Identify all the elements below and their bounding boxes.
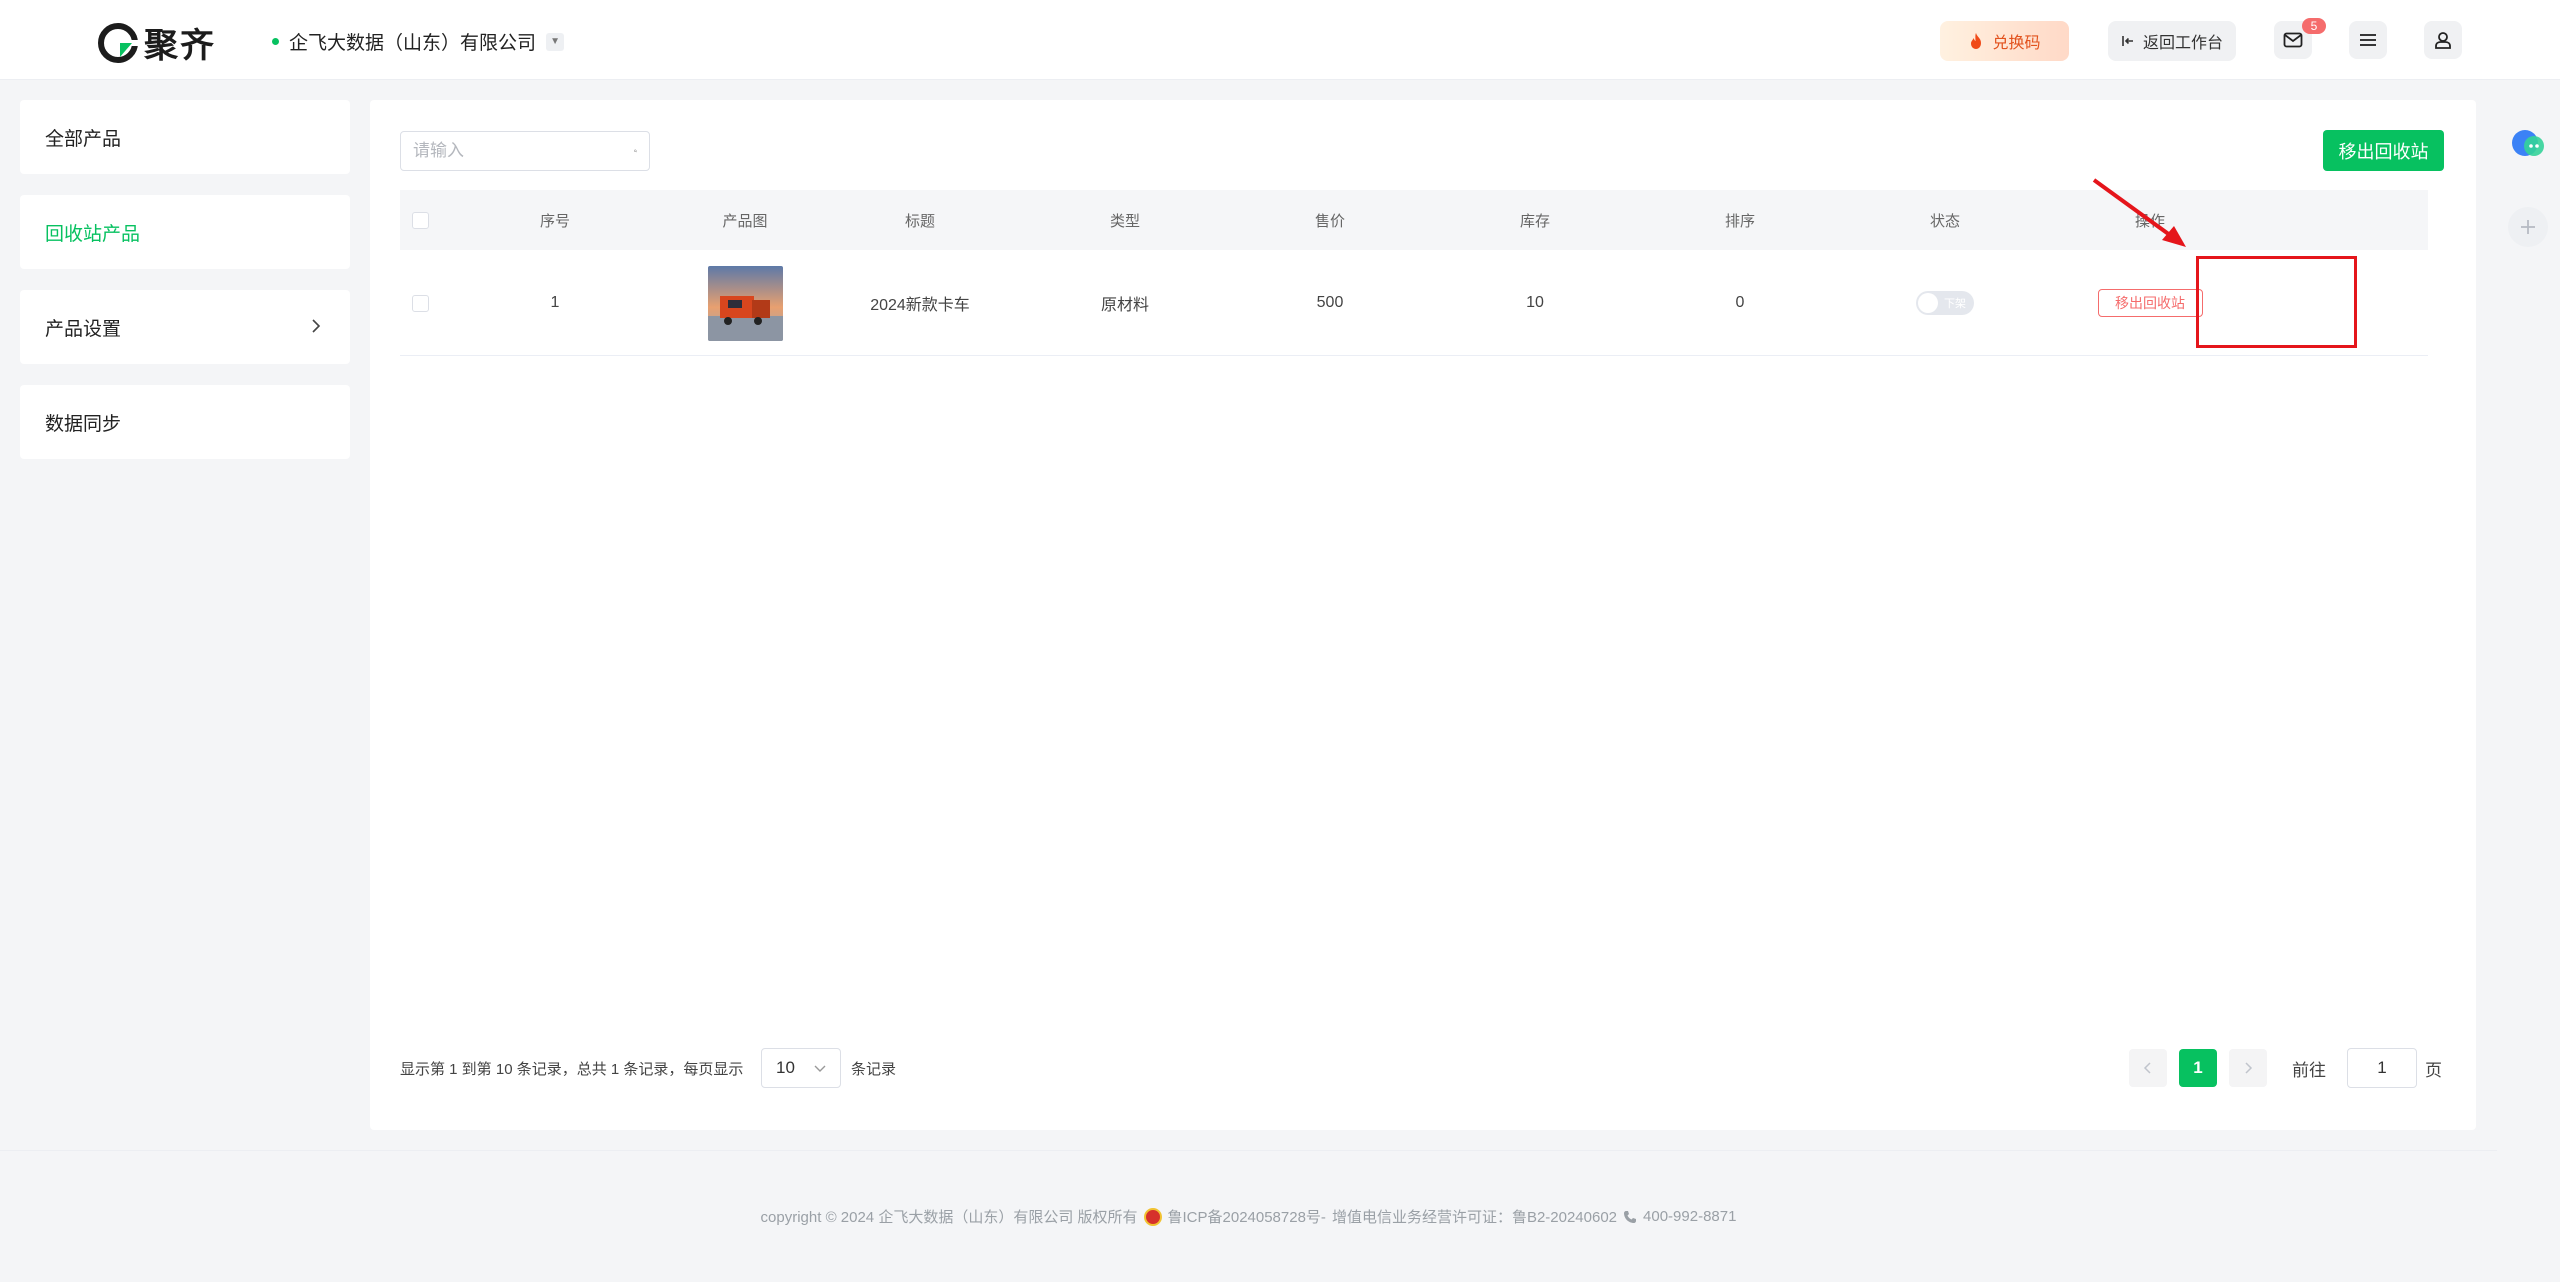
row-stock: 10 (1526, 294, 1544, 311)
search-input[interactable] (413, 141, 634, 161)
chevron-left-icon (2143, 1062, 2151, 1074)
page-size-value: 10 (776, 1058, 795, 1077)
chevron-right-icon (312, 319, 321, 333)
sidebar-item-label: 数据同步 (45, 413, 122, 435)
plus-icon (2521, 220, 2535, 234)
company-name: 企飞大数据（山东）有限公司 (289, 33, 537, 54)
footer-icp-link[interactable]: 鲁ICP备2024058728号- (1168, 1206, 1326, 1227)
mail-icon (2283, 32, 2303, 48)
goto-page-input[interactable] (2347, 1048, 2417, 1088)
chevron-down-icon (814, 1065, 826, 1072)
goto-label: 前往 (2292, 1060, 2326, 1080)
page-suffix: 页 (2425, 1060, 2442, 1080)
records-suffix: 条记录 (851, 1060, 897, 1078)
return-workbench-label: 返回工作台 (2142, 35, 2223, 52)
footer-license: 增值电信业务经营许可证：鲁B2-20240602 (1331, 1209, 1618, 1226)
row-sort: 0 (1735, 294, 1745, 311)
return-workbench-button[interactable]: 返回工作台 (2108, 21, 2236, 61)
row-image-cell (670, 250, 820, 356)
return-icon (2122, 36, 2133, 46)
column-header-status[interactable]: 状态 (1840, 190, 2050, 250)
add-tool-button[interactable] (2508, 207, 2548, 247)
table-row: 1 2024新款卡车 原材料 500 10 0 下架 移出回收站 (400, 250, 2428, 356)
page-number-button[interactable]: 1 (2179, 1049, 2217, 1087)
annotation-highlight-box (2196, 256, 2357, 348)
product-thumbnail[interactable] (707, 265, 783, 341)
pagination-info: 显示第 1 到第 10 条记录，总共 1 条记录，每页显示 (400, 1060, 744, 1078)
sidebar-item-recycle-bin[interactable]: 回收站产品 (20, 195, 350, 269)
sidebar-item-label: 回收站产品 (45, 223, 141, 245)
row-status-cell: 下架 (1840, 250, 2050, 356)
select-all-checkbox[interactable] (411, 211, 429, 229)
annotation-arrow-icon (2092, 178, 2186, 247)
logo-text: 聚齐 (144, 27, 216, 65)
caret-down-icon[interactable]: ▼ (546, 32, 565, 51)
sidebar-item-product-settings[interactable]: 产品设置 (20, 290, 350, 364)
status-dot (272, 38, 279, 45)
fire-icon (1971, 33, 1982, 49)
page-size-select[interactable]: 10 (761, 1048, 841, 1088)
row-price: 500 (1316, 294, 1344, 311)
row-select-cell (400, 250, 440, 356)
logo[interactable]: 聚齐 (98, 18, 216, 67)
column-header-type[interactable]: 类型 (1020, 190, 1230, 250)
row-type: 原材料 (1100, 297, 1149, 314)
sidebar-item-data-sync[interactable]: 数据同步 (20, 385, 350, 459)
prev-page-button[interactable] (2129, 1049, 2167, 1087)
row-checkbox[interactable] (411, 294, 429, 312)
right-tool-strip (2497, 100, 2560, 1282)
search-box[interactable] (400, 131, 650, 171)
sidebar-item-label: 全部产品 (45, 128, 122, 150)
search-icon[interactable] (634, 141, 637, 161)
mail-badge: 5 (2302, 18, 2326, 34)
redeem-code-button[interactable]: 兑换码 (1940, 21, 2069, 61)
status-toggle[interactable]: 下架 (1916, 291, 1974, 315)
footer-phone: 400-992-8871 (1643, 1208, 1737, 1225)
row-title: 2024新款卡车 (870, 297, 970, 314)
next-page-button[interactable] (2229, 1049, 2267, 1087)
row-move-out-button[interactable]: 移出回收站 (2097, 289, 2203, 317)
redeem-code-label: 兑换码 (1992, 35, 2041, 52)
footer: copyright © 2024 企飞大数据（山东）有限公司 版权所有 鲁ICP… (0, 1150, 2497, 1282)
logo-mark-icon (98, 22, 138, 63)
select-all-cell (400, 190, 440, 250)
column-header-image[interactable]: 产品图 (670, 190, 820, 250)
chevron-right-icon (2245, 1062, 2253, 1074)
column-header-sort[interactable]: 排序 (1640, 190, 1840, 250)
toggle-knob (1918, 293, 1938, 313)
top-header: 聚齐 企飞大数据（山东）有限公司 ▼ 兑换码 返回工作台 5 (0, 0, 2560, 80)
phone-icon (1624, 1210, 1637, 1223)
footer-copyright: copyright © 2024 企飞大数据（山东）有限公司 版权所有 (760, 1209, 1138, 1226)
column-header-title[interactable]: 标题 (820, 190, 1020, 250)
column-header-index[interactable]: 序号 (440, 190, 670, 250)
police-emblem-icon (1143, 1207, 1162, 1226)
menu-button[interactable] (2349, 21, 2387, 59)
column-header-stock[interactable]: 库存 (1430, 190, 1640, 250)
hamburger-icon (2360, 34, 2376, 46)
sidebar-item-label: 产品设置 (45, 318, 122, 340)
company-switcher[interactable]: 企飞大数据（山东）有限公司 ▼ (272, 28, 565, 55)
status-toggle-label: 下架 (1944, 298, 1966, 310)
ai-assistant-icon[interactable] (2508, 124, 2548, 164)
row-index: 1 (550, 294, 560, 311)
truck-image (707, 265, 783, 341)
column-header-price[interactable]: 售价 (1230, 190, 1430, 250)
move-out-recycle-bin-button[interactable]: 移出回收站 (2323, 130, 2444, 171)
sidebar-item-all-products[interactable]: 全部产品 (20, 100, 350, 174)
user-button[interactable] (2424, 21, 2462, 59)
user-icon (2435, 32, 2451, 49)
